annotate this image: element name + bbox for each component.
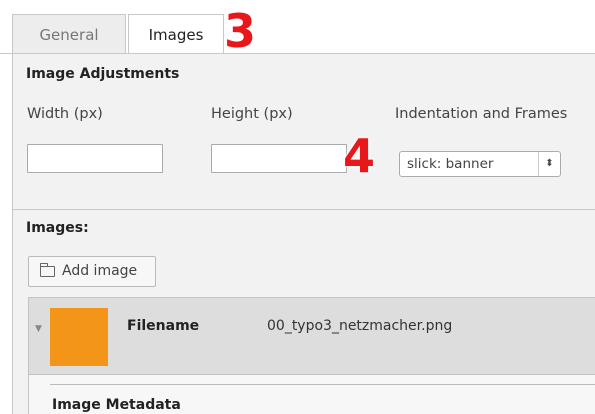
image-metadata-title: Image Metadata: [52, 397, 181, 413]
image-adjustments-panel: Image Adjustments Width (px) Height (px)…: [12, 54, 595, 210]
indentation-select[interactable]: slick: banner ⬍: [399, 151, 561, 177]
divider: [50, 384, 595, 385]
file-row[interactable]: ▼ Filename 00_typo3_netzmacher.png: [28, 297, 595, 375]
image-metadata-panel: Image Metadata: [28, 375, 595, 414]
select-arrows-icon: ⬍: [538, 152, 560, 176]
add-image-label: Add image: [62, 263, 138, 279]
height-label: Height (px): [211, 106, 293, 122]
tab-bar: General Images: [0, 0, 595, 55]
width-input[interactable]: [27, 144, 163, 173]
image-thumbnail: [50, 308, 108, 366]
tab-images[interactable]: Images: [128, 14, 224, 55]
add-image-button[interactable]: Add image: [28, 256, 156, 287]
filename-label: Filename: [127, 318, 200, 334]
filename-value: 00_typo3_netzmacher.png: [267, 318, 453, 334]
annotation-marker-4: 4: [343, 129, 376, 183]
images-section: Images: Add image ▼ Filename 00_typo3_ne…: [12, 210, 595, 414]
width-label: Width (px): [27, 106, 103, 122]
folder-icon: [40, 263, 55, 277]
height-input[interactable]: [211, 144, 347, 173]
indentation-label: Indentation and Frames: [395, 106, 568, 122]
indentation-selected-value: slick: banner: [407, 156, 494, 172]
collapse-caret-icon[interactable]: ▼: [35, 324, 42, 334]
annotation-marker-3: 3: [224, 4, 257, 58]
image-adjustments-title: Image Adjustments: [26, 66, 180, 82]
tab-general[interactable]: General: [12, 14, 126, 54]
images-title: Images:: [26, 220, 89, 236]
